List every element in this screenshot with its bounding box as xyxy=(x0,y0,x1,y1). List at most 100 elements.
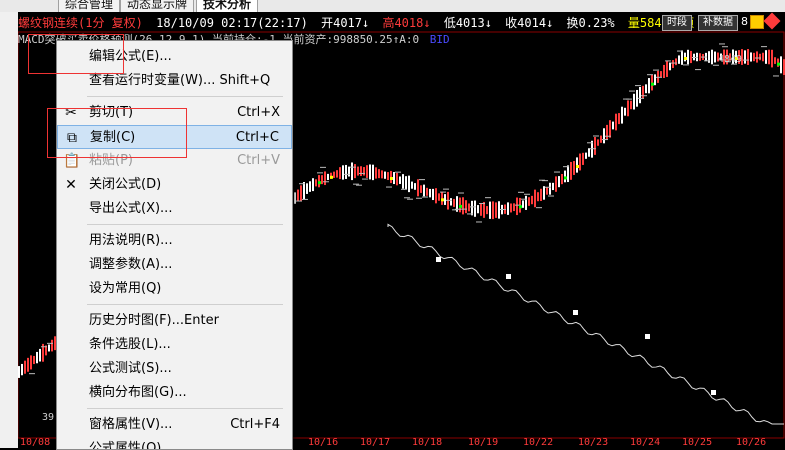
tick-mark xyxy=(443,188,449,190)
indicator-line xyxy=(387,223,784,425)
candle-mark xyxy=(36,351,38,364)
menu-item-condition-select[interactable]: 条件选股(L)... xyxy=(57,333,292,357)
candle-mark xyxy=(636,89,638,107)
candle-mark xyxy=(528,197,530,206)
tick-mark xyxy=(542,180,548,182)
menu-item-formula-test[interactable]: 公式测试(S)... xyxy=(57,357,292,381)
candle-mark xyxy=(297,189,299,202)
menu-item-history-timeshare[interactable]: 历史分时图(F)...Enter xyxy=(57,309,292,333)
tick-mark xyxy=(635,85,641,87)
datetime-label: 18/10/09 02:17(22:17) xyxy=(156,16,308,30)
tick-mark xyxy=(299,183,305,185)
tick-mark xyxy=(773,75,779,77)
date-tick: 10/23 xyxy=(578,437,609,448)
candle-mark xyxy=(711,49,713,65)
tick-mark xyxy=(524,193,530,195)
menu-item-horizontal-distribution[interactable]: 横向分布图(G)... xyxy=(57,381,292,405)
candle-mark xyxy=(699,53,701,61)
menu-item-close-formula[interactable]: ✕ 关闭公式(D) xyxy=(57,173,292,197)
candle-mark xyxy=(396,172,398,186)
tick-mark xyxy=(521,198,527,200)
candle-mark xyxy=(582,152,584,165)
candle-mark xyxy=(753,52,755,62)
tick-mark xyxy=(554,171,560,173)
settings-icon[interactable] xyxy=(750,15,764,29)
menu-item-usage[interactable]: 用法说明(R)... xyxy=(57,229,292,253)
tick-mark xyxy=(29,373,35,375)
date-tick: 10/24 xyxy=(630,437,661,448)
tick-mark xyxy=(395,171,401,173)
tick-mark xyxy=(629,90,635,92)
candle-mark xyxy=(405,176,407,190)
candle-mark xyxy=(435,188,437,204)
candle-mark xyxy=(618,113,620,125)
tick-mark xyxy=(362,178,368,180)
candle-mark xyxy=(51,339,53,352)
tick-mark xyxy=(467,213,473,215)
menu-item-pane-properties[interactable]: 窗格属性(V)... Ctrl+F4 xyxy=(57,413,292,437)
candle-mark xyxy=(420,185,422,193)
tick-mark xyxy=(548,195,554,197)
candle-mark xyxy=(489,201,491,219)
candle-mark xyxy=(426,187,428,196)
candle-mark xyxy=(744,50,746,64)
tick-mark xyxy=(695,69,701,71)
candle-mark xyxy=(483,201,485,218)
candle-mark xyxy=(672,60,674,68)
annotation-box-edit xyxy=(28,34,124,74)
menu-item-label: 历史分时图(F)...Enter xyxy=(89,313,219,328)
menu-item-set-common[interactable]: 设为常用(Q) xyxy=(57,277,292,301)
candle-mark xyxy=(678,55,680,64)
candle-mark xyxy=(768,49,770,65)
menu-item-label: 关闭公式(D) xyxy=(89,177,162,192)
menu-separator xyxy=(87,408,283,409)
symbol-label: 螺纹钢连续(1分 复权) xyxy=(18,16,143,30)
signal-mark xyxy=(390,177,393,181)
candle-mark xyxy=(579,153,581,171)
candle-mark xyxy=(360,166,362,177)
candle-mark xyxy=(600,135,602,143)
tick-mark xyxy=(47,342,53,344)
menu-item-label: 公式测试(S)... xyxy=(89,361,172,376)
supplement-data-button[interactable]: 补数据 xyxy=(698,15,738,31)
tick-mark xyxy=(536,207,542,209)
candle-mark xyxy=(525,195,527,210)
tick-mark xyxy=(677,50,683,52)
menu-item-adjust-params[interactable]: 调整参数(A)... xyxy=(57,253,292,277)
candle-mark xyxy=(630,100,632,110)
tick-mark xyxy=(386,186,392,188)
signal-mark xyxy=(519,205,522,209)
menu-item-formula-properties[interactable]: 公式属性(O) xyxy=(57,437,292,449)
price-label-top: 4849 xyxy=(718,54,743,65)
menu-item-shortcut: Ctrl+F4 xyxy=(230,417,280,432)
candle-mark xyxy=(471,200,473,216)
tick-mark xyxy=(692,56,698,58)
tick-mark xyxy=(638,97,644,99)
tick-mark xyxy=(653,69,659,71)
candle-mark xyxy=(690,50,692,64)
candle-mark xyxy=(450,198,452,206)
menu-separator xyxy=(87,96,283,97)
signal-mark xyxy=(777,62,780,66)
marker-square xyxy=(506,274,511,279)
candle-mark xyxy=(774,57,776,64)
candle-mark xyxy=(546,187,548,195)
candle-mark xyxy=(348,166,350,177)
candle-mark xyxy=(363,167,365,176)
candle-mark xyxy=(429,188,431,198)
signal-mark xyxy=(318,181,321,185)
candle-mark xyxy=(492,201,494,220)
tick-mark xyxy=(344,173,350,175)
candle-mark xyxy=(432,188,434,201)
candle-mark xyxy=(549,182,551,195)
timeshare-button[interactable]: 时段 xyxy=(662,15,692,31)
tick-mark xyxy=(296,200,302,202)
candle-mark xyxy=(462,197,464,215)
candle-mark xyxy=(765,50,767,64)
tick-mark xyxy=(317,172,323,174)
menu-item-export-formula[interactable]: 导出公式(X)... xyxy=(57,197,292,221)
menu-item-shortcut: Ctrl+X xyxy=(237,105,280,120)
candle-mark xyxy=(333,171,335,178)
context-menu: 编辑公式(E)... 查看运行时变量(W)... Shift+Q ✂ 剪切(T)… xyxy=(56,40,293,450)
candle-mark xyxy=(414,183,416,190)
